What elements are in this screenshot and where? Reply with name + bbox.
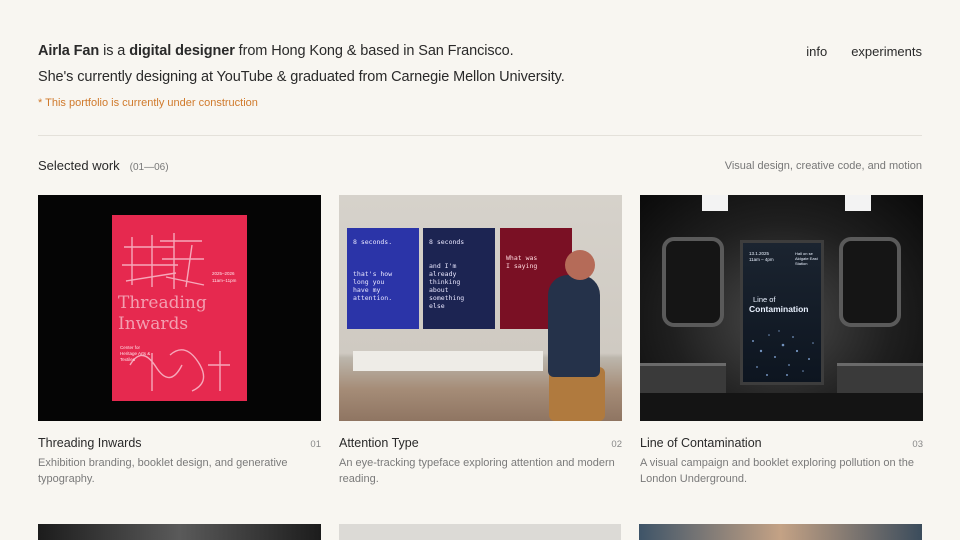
contamination-time: 11am – 4pm (749, 257, 774, 262)
project-thumbnail-attention-type[interactable]: 8 seconds. that's how long you have my a… (339, 195, 622, 421)
attention-poster-2-text: 8 seconds and I'm already thinking about… (429, 238, 465, 310)
header-divider (38, 135, 922, 136)
designer-role: digital designer (129, 43, 235, 59)
train-window-left (662, 237, 724, 327)
project-title[interactable]: Attention Type (339, 436, 419, 450)
train-floor (640, 393, 923, 421)
project-grid-row-2 (38, 524, 923, 540)
attention-person-head (565, 250, 595, 280)
project-thumbnail-06[interactable] (639, 524, 923, 540)
project-description: An eye-tracking typeface exploring atten… (339, 457, 615, 485)
project-card-line-of-contamination[interactable]: 13.1.2025 11am – 4pm Hall on se Aldgate … (640, 195, 923, 487)
card-title-row: Line of Contamination 03 (640, 436, 923, 450)
intro-location: from Hong Kong & based in San Francisco. (234, 43, 514, 59)
threading-org: Center for Heritage Arts & Textiles (120, 345, 151, 362)
designer-name: Airla Fan (38, 43, 100, 59)
contamination-poster: 13.1.2025 11am – 4pm Hall on se Aldgate … (740, 240, 824, 385)
train-window-right (839, 237, 901, 327)
intro-line-1: Airla Fan is a digital designer from Hon… (38, 38, 658, 64)
attention-poster-3-text: What was I saying (506, 254, 538, 270)
project-title[interactable]: Line of Contamination (640, 436, 762, 450)
intro-is-a: is a (99, 43, 130, 59)
nav-info-link[interactable]: info (806, 44, 827, 59)
selected-work-range: (01—06) (129, 162, 169, 173)
project-number: 03 (912, 439, 923, 450)
contamination-particle-art (752, 330, 814, 376)
threading-big-title: Threading Inwards (118, 293, 207, 334)
card-title-row: Threading Inwards 01 (38, 436, 321, 450)
project-number: 01 (310, 439, 321, 450)
project-thumbnail-05[interactable] (338, 524, 622, 540)
project-card-attention-type[interactable]: 8 seconds. that's how long you have my a… (339, 195, 622, 487)
project-thumbnail-threading-inwards[interactable]: Threading Inwards 2025–2026 11am–11pm Ce… (38, 195, 321, 421)
attention-poster-1-text: 8 seconds. that's how long you have my a… (353, 238, 393, 302)
intro-line-2: She's currently designing at YouTube & g… (38, 69, 565, 85)
card-title-row: Attention Type 02 (339, 436, 622, 450)
attention-poster-1: 8 seconds. that's how long you have my a… (347, 228, 419, 329)
project-title[interactable]: Threading Inwards (38, 436, 142, 450)
intro: Airla Fan is a digital designer from Hon… (38, 38, 658, 90)
attention-poster-2: 8 seconds and I'm already thinking about… (423, 228, 495, 329)
selected-work-heading: Selected work (01—06) (38, 158, 169, 173)
threading-dates: 2025–2026 (212, 271, 235, 276)
project-grid: Threading Inwards 2025–2026 11am–11pm Ce… (38, 195, 923, 487)
ceiling-light-right (845, 195, 871, 211)
selected-work-title: Selected work (38, 158, 120, 173)
threading-poster: Threading Inwards 2025–2026 11am–11pm Ce… (112, 215, 247, 401)
project-description: A visual campaign and booklet exploring … (640, 457, 914, 485)
threading-hours: 11am–11pm (212, 278, 237, 283)
nav-experiments-link[interactable]: experiments (851, 44, 922, 59)
contamination-line-of: Line of (753, 295, 776, 304)
project-description: Exhibition branding, booklet design, and… (38, 457, 288, 485)
project-number: 02 (611, 439, 622, 450)
construction-note: * This portfolio is currently under cons… (38, 97, 258, 109)
project-thumbnail-04[interactable] (38, 524, 321, 540)
selected-work-subtitle: Visual design, creative code, and motion (724, 160, 922, 172)
project-thumbnail-line-of-contamination[interactable]: 13.1.2025 11am – 4pm Hall on se Aldgate … (640, 195, 923, 421)
attention-person-body (548, 275, 600, 377)
contamination-date: 13.1.2025 (749, 251, 770, 256)
project-card-threading-inwards[interactable]: Threading Inwards 2025–2026 11am–11pm Ce… (38, 195, 321, 487)
attention-bench (353, 351, 543, 371)
top-nav: info experiments (806, 44, 922, 59)
contamination-title: Contamination (749, 304, 809, 314)
ceiling-light-left (702, 195, 728, 211)
contamination-venue: Hall on se Aldgate East Station (795, 251, 818, 266)
